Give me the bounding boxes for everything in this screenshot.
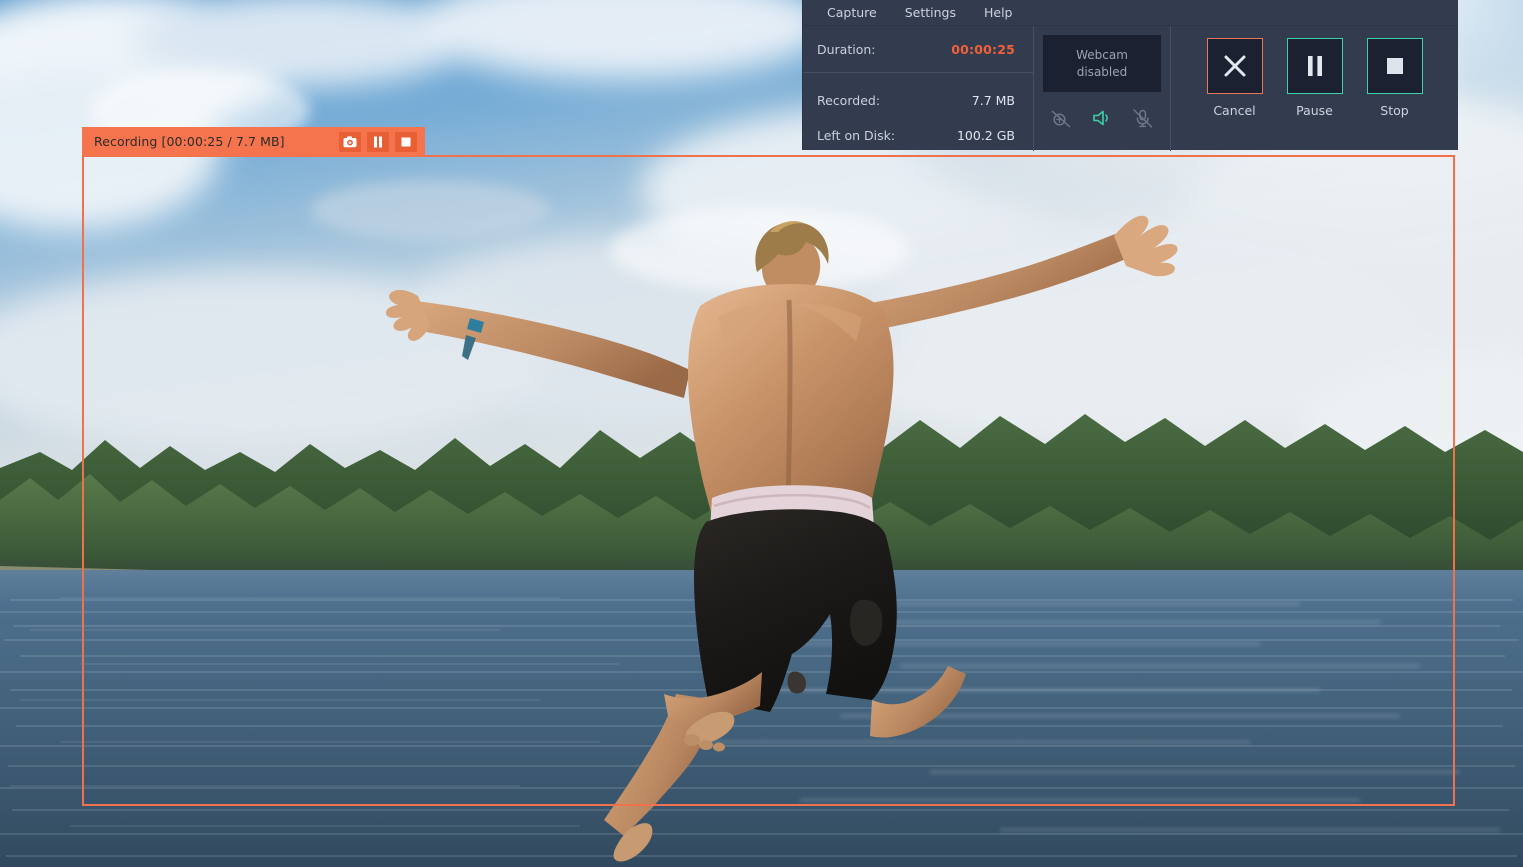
menu-bar: Capture Settings Help — [803, 0, 1458, 26]
rec-stop-button[interactable] — [395, 132, 417, 152]
webcam-column: Webcam disabled — [1034, 26, 1171, 151]
transport-controls: Cancel Pause Stop — [1171, 26, 1458, 151]
menu-settings[interactable]: Settings — [893, 2, 968, 23]
disk-label: Left on Disk: — [817, 128, 895, 143]
recording-status-bar: Recording [00:00:25 / 7.7 MB] — [82, 127, 425, 156]
recording-status-text: Recording [00:00:25 / 7.7 MB] — [94, 134, 339, 149]
close-x-icon — [1222, 53, 1248, 79]
pause-icon — [1304, 54, 1326, 78]
pause-label: Pause — [1296, 103, 1333, 118]
cancel-button[interactable]: Cancel — [1207, 38, 1263, 118]
pause-button[interactable]: Pause — [1287, 38, 1343, 118]
rec-pause-button[interactable] — [367, 132, 389, 152]
snapshot-button[interactable] — [339, 132, 361, 152]
av-toggle-row — [1047, 106, 1157, 130]
camera-icon — [343, 136, 357, 148]
stop-button[interactable]: Stop — [1367, 38, 1423, 118]
duration-value: 00:00:25 — [951, 42, 1015, 57]
pause-icon — [372, 136, 384, 148]
menu-capture[interactable]: Capture — [815, 2, 889, 23]
webcam-status-line1: Webcam — [1076, 47, 1128, 64]
stats-column: Duration: 00:00:25 Recorded: 7.7 MB Left… — [803, 26, 1034, 151]
microphone-off-toggle[interactable] — [1129, 106, 1157, 130]
recorded-row: Recorded: 7.7 MB — [803, 73, 1033, 119]
duration-label: Duration: — [817, 42, 876, 57]
speaker-on-icon — [1091, 108, 1113, 128]
webcam-off-toggle[interactable] — [1047, 106, 1075, 130]
stop-button-box — [1367, 38, 1423, 94]
speaker-toggle[interactable] — [1088, 106, 1116, 130]
webcam-status-line2: disabled — [1077, 64, 1128, 81]
cancel-label: Cancel — [1213, 103, 1255, 118]
stop-square-icon — [1384, 55, 1406, 77]
cancel-button-box — [1207, 38, 1263, 94]
panel-body: Duration: 00:00:25 Recorded: 7.7 MB Left… — [803, 26, 1458, 151]
recorded-label: Recorded: — [817, 93, 880, 108]
webcam-off-icon — [1050, 108, 1072, 128]
menu-help[interactable]: Help — [972, 2, 1025, 23]
stop-square-icon — [400, 136, 412, 148]
disk-value: 100.2 GB — [957, 128, 1015, 143]
duration-row: Duration: 00:00:25 — [803, 26, 1033, 73]
disk-row: Left on Disk: 100.2 GB — [803, 119, 1033, 151]
stop-label: Stop — [1380, 103, 1408, 118]
recorded-value: 7.7 MB — [972, 93, 1015, 108]
pause-button-box — [1287, 38, 1343, 94]
webcam-preview[interactable]: Webcam disabled — [1043, 35, 1161, 92]
microphone-off-icon — [1132, 108, 1154, 128]
recorder-control-panel: Capture Settings Help Duration: 00:00:25… — [802, 0, 1458, 150]
recording-bar-buttons — [339, 132, 417, 152]
